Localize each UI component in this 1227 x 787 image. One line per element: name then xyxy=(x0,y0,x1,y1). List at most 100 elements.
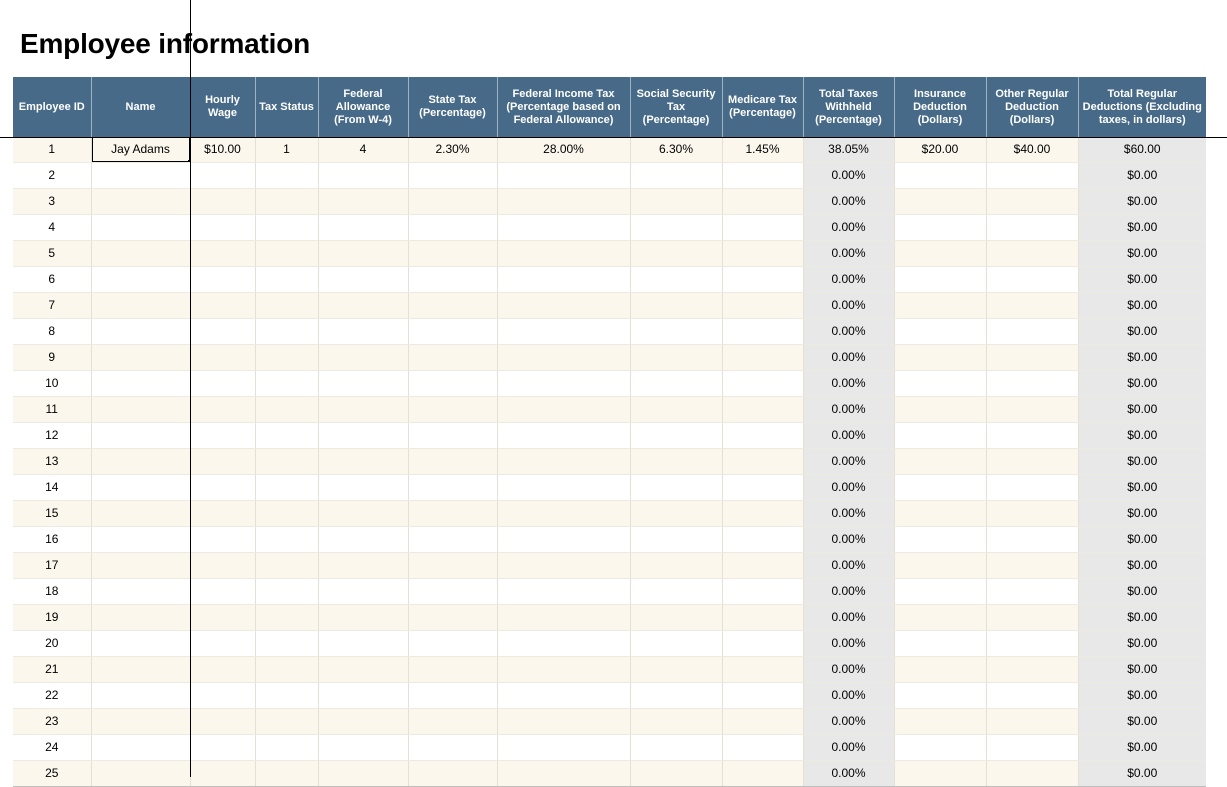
table-row[interactable]: 10 0.00% $0.00 xyxy=(13,370,1206,397)
cell-total_taxes[interactable]: 0.00% xyxy=(803,604,895,631)
cell-total_taxes[interactable]: 0.00% xyxy=(803,630,895,657)
cell-fed_allowance[interactable] xyxy=(318,370,409,397)
cell-name[interactable] xyxy=(91,266,191,293)
cell-name[interactable] xyxy=(91,162,191,189)
cell-employee_id[interactable]: 4 xyxy=(13,214,92,241)
cell-total_deduction[interactable]: $0.00 xyxy=(1078,500,1206,527)
cell-insurance[interactable] xyxy=(894,500,987,527)
cell-total_taxes[interactable]: 0.00% xyxy=(803,422,895,449)
cell-medicare_tax[interactable] xyxy=(722,656,804,683)
cell-social_security[interactable] xyxy=(630,526,723,553)
cell-total_deduction[interactable]: $60.00 xyxy=(1078,137,1206,163)
cell-fed_income_tax[interactable] xyxy=(497,318,631,345)
cell-name[interactable] xyxy=(91,630,191,657)
cell-employee_id[interactable]: 7 xyxy=(13,292,92,319)
cell-name[interactable] xyxy=(91,422,191,449)
cell-other_deduction[interactable] xyxy=(986,422,1079,449)
cell-total_taxes[interactable]: 0.00% xyxy=(803,318,895,345)
cell-fed_allowance[interactable] xyxy=(318,656,409,683)
cell-social_security[interactable] xyxy=(630,760,723,787)
cell-medicare_tax[interactable] xyxy=(722,422,804,449)
cell-name[interactable] xyxy=(91,318,191,345)
cell-social_security[interactable] xyxy=(630,188,723,215)
cell-hourly_wage[interactable] xyxy=(190,188,256,215)
cell-insurance[interactable] xyxy=(894,214,987,241)
cell-total_deduction[interactable]: $0.00 xyxy=(1078,734,1206,761)
cell-total_taxes[interactable]: 38.05% xyxy=(803,137,895,163)
cell-hourly_wage[interactable] xyxy=(190,682,256,709)
cell-tax_status[interactable] xyxy=(255,344,319,371)
cell-hourly_wage[interactable] xyxy=(190,318,256,345)
cell-tax_status[interactable] xyxy=(255,760,319,787)
cell-social_security[interactable] xyxy=(630,656,723,683)
cell-fed_allowance[interactable] xyxy=(318,760,409,787)
table-row[interactable]: 7 0.00% $0.00 xyxy=(13,292,1206,319)
cell-fed_allowance[interactable] xyxy=(318,604,409,631)
cell-hourly_wage[interactable] xyxy=(190,422,256,449)
cell-fed_allowance[interactable]: 4 xyxy=(318,137,409,163)
cell-hourly_wage[interactable] xyxy=(190,604,256,631)
cell-tax_status[interactable] xyxy=(255,214,319,241)
cell-insurance[interactable] xyxy=(894,188,987,215)
table-row[interactable]: 14 0.00% $0.00 xyxy=(13,474,1206,501)
cell-name[interactable] xyxy=(91,552,191,579)
cell-state_tax[interactable] xyxy=(408,656,498,683)
cell-total_taxes[interactable]: 0.00% xyxy=(803,474,895,501)
cell-tax_status[interactable] xyxy=(255,682,319,709)
cell-fed_allowance[interactable] xyxy=(318,682,409,709)
cell-name[interactable] xyxy=(91,474,191,501)
cell-medicare_tax[interactable] xyxy=(722,630,804,657)
cell-tax_status[interactable] xyxy=(255,396,319,423)
cell-tax_status[interactable] xyxy=(255,578,319,605)
cell-insurance[interactable] xyxy=(894,630,987,657)
column-header-other_deduction[interactable]: Other Regular Deduction (Dollars) xyxy=(986,77,1079,137)
cell-employee_id[interactable]: 6 xyxy=(13,266,92,293)
cell-fed_allowance[interactable] xyxy=(318,188,409,215)
cell-state_tax[interactable] xyxy=(408,318,498,345)
cell-fed_allowance[interactable] xyxy=(318,630,409,657)
cell-employee_id[interactable]: 24 xyxy=(13,734,92,761)
cell-medicare_tax[interactable] xyxy=(722,240,804,267)
cell-medicare_tax[interactable] xyxy=(722,344,804,371)
cell-medicare_tax[interactable] xyxy=(722,552,804,579)
cell-tax_status[interactable] xyxy=(255,188,319,215)
cell-employee_id[interactable]: 11 xyxy=(13,396,92,423)
cell-medicare_tax[interactable] xyxy=(722,396,804,423)
cell-insurance[interactable]: $20.00 xyxy=(894,137,987,163)
cell-fed_allowance[interactable] xyxy=(318,266,409,293)
cell-social_security[interactable] xyxy=(630,552,723,579)
cell-insurance[interactable] xyxy=(894,604,987,631)
cell-other_deduction[interactable] xyxy=(986,240,1079,267)
cell-insurance[interactable] xyxy=(894,682,987,709)
cell-insurance[interactable] xyxy=(894,708,987,735)
cell-hourly_wage[interactable] xyxy=(190,292,256,319)
cell-hourly_wage[interactable] xyxy=(190,552,256,579)
cell-other_deduction[interactable] xyxy=(986,266,1079,293)
cell-medicare_tax[interactable]: 1.45% xyxy=(722,137,804,163)
cell-hourly_wage[interactable] xyxy=(190,448,256,475)
cell-total_deduction[interactable]: $0.00 xyxy=(1078,344,1206,371)
cell-social_security[interactable] xyxy=(630,682,723,709)
cell-tax_status[interactable] xyxy=(255,422,319,449)
cell-state_tax[interactable]: 2.30% xyxy=(408,137,498,163)
column-header-name[interactable]: Name xyxy=(91,77,191,137)
column-header-medicare_tax[interactable]: Medicare Tax (Percentage) xyxy=(722,77,804,137)
cell-social_security[interactable] xyxy=(630,448,723,475)
cell-hourly_wage[interactable] xyxy=(190,630,256,657)
cell-other_deduction[interactable] xyxy=(986,370,1079,397)
table-row[interactable]: 6 0.00% $0.00 xyxy=(13,266,1206,293)
cell-total_deduction[interactable]: $0.00 xyxy=(1078,474,1206,501)
table-row[interactable]: 19 0.00% $0.00 xyxy=(13,604,1206,631)
cell-other_deduction[interactable] xyxy=(986,734,1079,761)
cell-total_taxes[interactable]: 0.00% xyxy=(803,344,895,371)
cell-fed_income_tax[interactable] xyxy=(497,682,631,709)
cell-state_tax[interactable] xyxy=(408,448,498,475)
cell-insurance[interactable] xyxy=(894,162,987,189)
table-row[interactable]: 1 Jay Adams $10.00 1 4 2.30% 28.00% 6.30% 1.45% 3… xyxy=(13,137,1206,163)
cell-tax_status[interactable]: 1 xyxy=(255,137,319,163)
cell-state_tax[interactable] xyxy=(408,214,498,241)
cell-total_deduction[interactable]: $0.00 xyxy=(1078,708,1206,735)
cell-total_deduction[interactable]: $0.00 xyxy=(1078,656,1206,683)
column-header-tax_status[interactable]: Tax Status xyxy=(255,77,319,137)
cell-total_deduction[interactable]: $0.00 xyxy=(1078,682,1206,709)
